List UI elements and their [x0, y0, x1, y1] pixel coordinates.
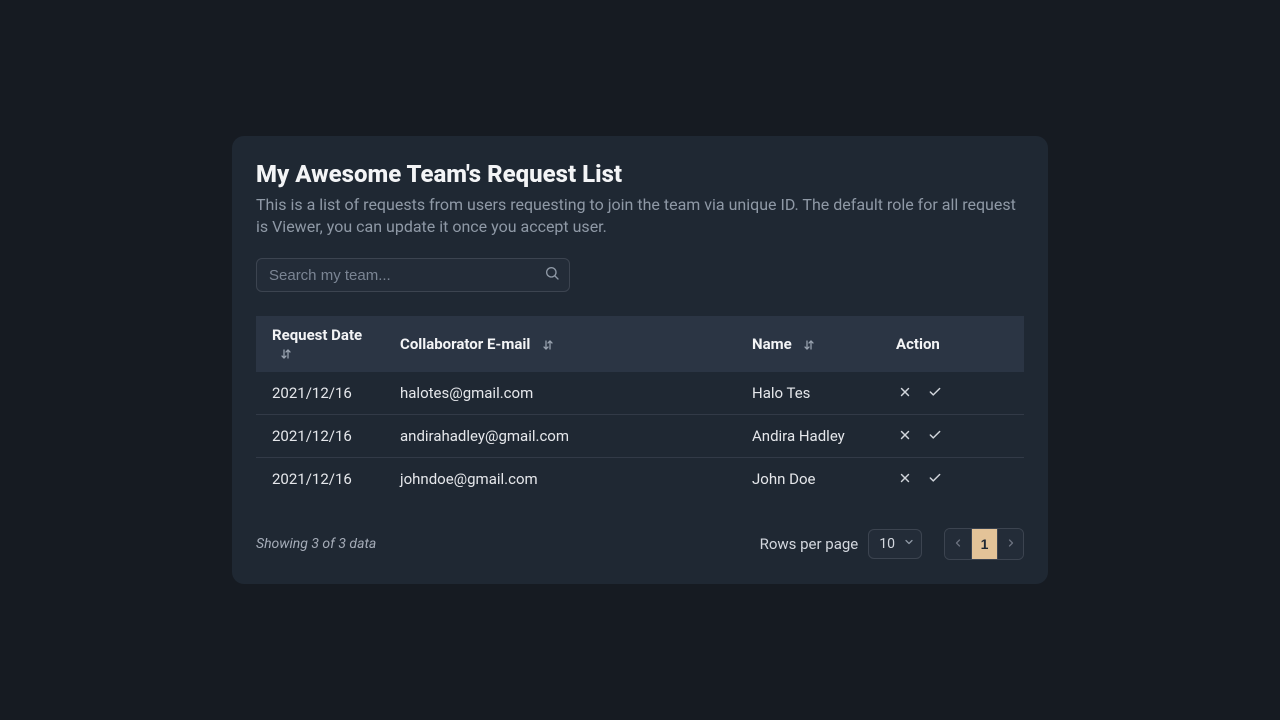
cell-name: Andira Hadley — [736, 415, 880, 458]
close-icon — [898, 471, 912, 488]
check-icon — [928, 385, 942, 402]
cell-email: halotes@gmail.com — [384, 372, 736, 415]
accept-button[interactable] — [926, 470, 944, 488]
col-header-email[interactable]: Collaborator E-mail — [384, 316, 736, 372]
accept-button[interactable] — [926, 384, 944, 402]
table-footer: Showing 3 of 3 data Rows per page 10 1 — [256, 528, 1024, 560]
reject-button[interactable] — [896, 427, 914, 445]
cell-action — [880, 415, 1024, 458]
cell-email: johndoe@gmail.com — [384, 458, 736, 501]
reject-button[interactable] — [896, 470, 914, 488]
cell-date: 2021/12/16 — [256, 372, 384, 415]
check-icon — [928, 428, 942, 445]
chevron-left-icon — [952, 536, 964, 552]
pager-prev-button[interactable] — [945, 529, 971, 559]
cell-name: Halo Tes — [736, 372, 880, 415]
check-icon — [928, 471, 942, 488]
col-header-email-label: Collaborator E-mail — [400, 335, 530, 353]
pager: 1 — [944, 528, 1024, 560]
sort-icon — [542, 339, 554, 351]
request-list-card: My Awesome Team's Request List This is a… — [232, 136, 1048, 585]
accept-button[interactable] — [926, 427, 944, 445]
table-body: 2021/12/16 halotes@gmail.com Halo Tes — [256, 372, 1024, 500]
cell-action — [880, 458, 1024, 501]
table-header-row: Request Date Collaborator E-mail Name — [256, 316, 1024, 372]
chevron-down-icon — [903, 536, 915, 552]
col-header-name-label: Name — [752, 335, 792, 353]
chevron-right-icon — [1005, 536, 1017, 552]
search-wrap — [256, 258, 570, 292]
col-header-date-label: Request Date — [272, 326, 362, 344]
rows-per-page-label: Rows per page — [760, 535, 859, 553]
col-header-name[interactable]: Name — [736, 316, 880, 372]
cell-action — [880, 372, 1024, 415]
sort-icon — [280, 348, 292, 360]
pager-page-1-button[interactable]: 1 — [971, 529, 997, 559]
card-title: My Awesome Team's Request List — [256, 160, 1024, 188]
rows-per-page-value: 10 — [879, 536, 895, 552]
pager-next-button[interactable] — [997, 529, 1023, 559]
cell-date: 2021/12/16 — [256, 415, 384, 458]
rows-per-page-select[interactable]: 10 — [868, 529, 922, 559]
cell-name: John Doe — [736, 458, 880, 501]
close-icon — [898, 428, 912, 445]
showing-text: Showing 3 of 3 data — [256, 536, 376, 552]
col-header-date[interactable]: Request Date — [256, 316, 384, 372]
col-header-action-label: Action — [896, 335, 940, 353]
cell-date: 2021/12/16 — [256, 458, 384, 501]
sort-icon — [803, 339, 815, 351]
card-description: This is a list of requests from users re… — [256, 194, 1024, 239]
table-row: 2021/12/16 johndoe@gmail.com John Doe — [256, 458, 1024, 501]
table-row: 2021/12/16 andirahadley@gmail.com Andira… — [256, 415, 1024, 458]
close-icon — [898, 385, 912, 402]
table-row: 2021/12/16 halotes@gmail.com Halo Tes — [256, 372, 1024, 415]
reject-button[interactable] — [896, 384, 914, 402]
right-controls: Rows per page 10 1 — [760, 528, 1024, 560]
search-input[interactable] — [256, 258, 570, 292]
request-table: Request Date Collaborator E-mail Name — [256, 316, 1024, 500]
col-header-action: Action — [880, 316, 1024, 372]
pager-page-label: 1 — [981, 536, 989, 552]
cell-email: andirahadley@gmail.com — [384, 415, 736, 458]
